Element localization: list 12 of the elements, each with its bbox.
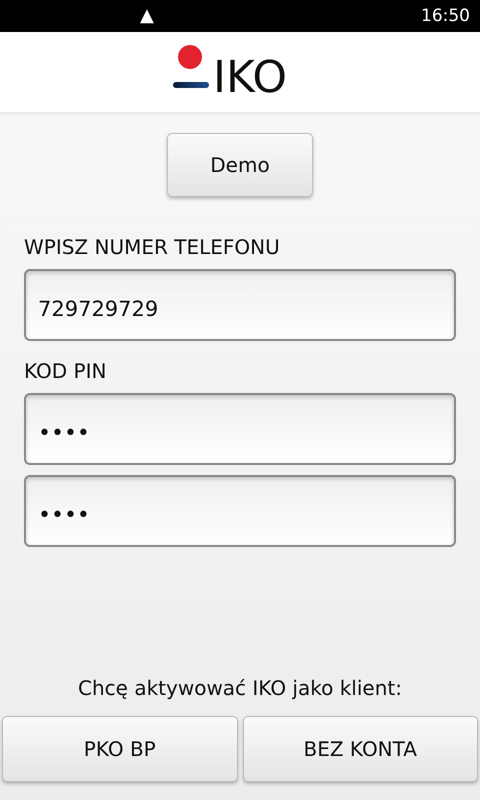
field-label: KOD PIN bbox=[24, 359, 108, 383]
field-label: WPISZ NUMER TELEFONU bbox=[24, 235, 281, 259]
prompt-text: Chcę aktywować IKO jako klient: bbox=[77, 676, 403, 700]
client-type-button[interactable]: PKO BP bbox=[2, 716, 238, 782]
clock-time: 16:50 bbox=[421, 6, 470, 26]
pin-input-field[interactable]: •••• bbox=[24, 475, 456, 547]
phone-input-field[interactable]: 729729729 bbox=[24, 269, 456, 341]
demo-button[interactable]: Demo bbox=[167, 133, 313, 197]
pin-input-field[interactable]: •••• bbox=[24, 393, 456, 465]
signal-icon: ▲ bbox=[140, 7, 154, 25]
logo-text: IKO bbox=[212, 56, 288, 100]
client-type-button[interactable]: BEZ KONTA bbox=[242, 716, 478, 782]
